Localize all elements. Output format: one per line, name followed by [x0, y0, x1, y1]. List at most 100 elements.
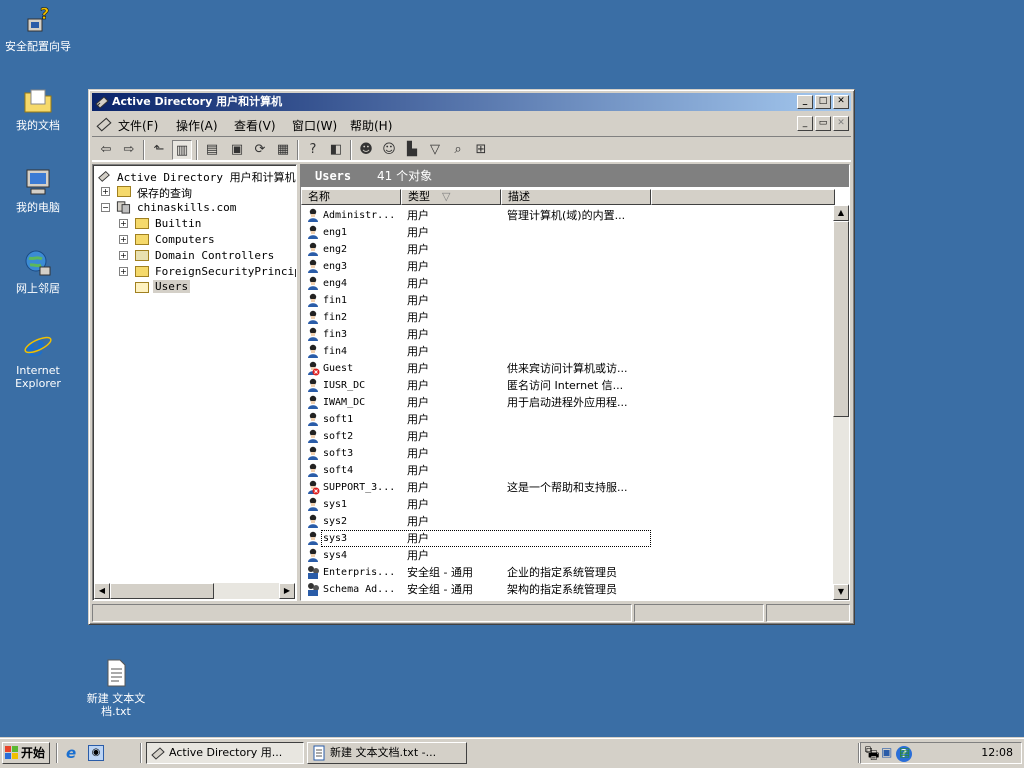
status-pane — [766, 604, 850, 622]
quicklaunch-ie-icon[interactable]: e — [66, 745, 82, 761]
tree-item-builtin[interactable]: Builtin — [155, 217, 201, 230]
help-icon[interactable]: ? — [303, 140, 323, 160]
mdi-close-button[interactable]: ✕ — [833, 116, 849, 131]
forward-icon[interactable]: ⇨ — [119, 140, 139, 160]
task-notepad[interactable]: 新建 文本文档.txt -... — [307, 742, 467, 764]
tree-item-computers[interactable]: Computers — [155, 233, 215, 246]
list-row[interactable]: sys1 用户 — [301, 496, 835, 513]
list-row[interactable]: soft2 用户 — [301, 428, 835, 445]
list-row[interactable]: sys4 用户 — [301, 547, 835, 564]
tree-item-saved-queries[interactable]: 保存的查询 — [137, 185, 192, 201]
add-to-group-icon[interactable]: ⊞ — [471, 140, 491, 160]
mdi-minimize-button[interactable]: _ — [797, 116, 813, 131]
tree-item-domain-controllers[interactable]: Domain Controllers — [155, 249, 274, 262]
tree-root[interactable]: Active Directory 用户和计算机 — [117, 169, 296, 185]
desktop-icon-network[interactable]: 网上邻居 — [0, 247, 78, 295]
minimize-button[interactable]: _ — [797, 95, 813, 109]
expand-toggle[interactable]: + — [101, 187, 110, 196]
list-row[interactable]: sys2 用户 — [301, 513, 835, 530]
tray-restore-icon[interactable]: ⧉ — [865, 745, 872, 756]
list-row[interactable]: soft1 用户 — [301, 411, 835, 428]
properties-icon[interactable]: ▣ — [227, 140, 247, 160]
start-button[interactable]: 开始 — [2, 742, 50, 764]
list-row[interactable]: eng3 用户 — [301, 258, 835, 275]
new-ou-icon[interactable]: ▙ — [402, 140, 422, 160]
show-action-pane-icon[interactable]: ◧ — [326, 140, 346, 160]
show-tree-icon[interactable]: ▥ — [172, 140, 192, 160]
expand-toggle[interactable]: + — [119, 267, 128, 276]
desktop-icon-internet-explorer[interactable]: e Internet Explorer — [0, 329, 78, 390]
desktop-icon-my-computer[interactable]: 我的电脑 — [0, 166, 78, 214]
window-titlebar[interactable]: Active Directory 用户和计算机 _ □ ✕ — [92, 93, 851, 111]
collapse-toggle[interactable]: − — [101, 203, 110, 212]
expand-toggle[interactable]: + — [119, 251, 128, 260]
cell-name: sys3 — [323, 533, 348, 544]
clock[interactable]: 12:08 — [981, 746, 1013, 759]
cell-type: 用户 — [407, 294, 429, 307]
expand-toggle[interactable]: + — [119, 219, 128, 228]
close-button[interactable]: ✕ — [833, 95, 849, 109]
cell-name: IWAM_DC — [323, 397, 366, 408]
list-row[interactable]: Enterpris... 安全组 - 通用 企业的指定系统管理员 — [301, 564, 835, 581]
list-row[interactable]: Administr... 用户 管理计算机(域)的内置... — [301, 207, 835, 224]
scroll-thumb[interactable] — [833, 221, 849, 417]
expand-toggle[interactable]: + — [119, 235, 128, 244]
scroll-thumb[interactable] — [110, 583, 214, 599]
column-header-name[interactable]: 名称 — [301, 189, 401, 205]
tree-item-users[interactable]: Users — [153, 280, 191, 293]
user-icon — [308, 259, 318, 273]
desktop-icon-my-documents[interactable]: 我的文档 — [0, 84, 78, 132]
list-vertical-scrollbar[interactable]: ▲ ▼ — [833, 205, 849, 600]
up-level-icon[interactable]: ⬑ — [149, 140, 169, 160]
list-row[interactable]: Guest 用户 供来宾访问计算机或访... — [301, 360, 835, 377]
tree-item-foreign-security[interactable]: ForeignSecurityPrincipals — [155, 265, 296, 278]
scroll-left-button[interactable]: ◀ — [94, 583, 110, 599]
filter-icon[interactable]: ▽ — [425, 140, 445, 160]
list-row[interactable]: soft3 用户 — [301, 445, 835, 462]
mdi-restore-button[interactable]: ▭ — [815, 116, 831, 131]
refresh-icon[interactable]: ⟳ — [250, 140, 270, 160]
cell-name: fin1 — [323, 295, 348, 306]
quicklaunch-explorer-icon[interactable]: ◉ — [88, 745, 104, 761]
list-row[interactable]: eng4 用户 — [301, 275, 835, 292]
back-icon[interactable]: ⇦ — [96, 140, 116, 160]
menu-file[interactable]: 文件(F) — [118, 117, 158, 134]
find-icon[interactable]: ⌕ — [448, 140, 468, 160]
desktop-icon-label: Internet Explorer — [15, 364, 61, 390]
scroll-down-button[interactable]: ▼ — [833, 584, 849, 600]
tray-network-icon[interactable]: ▣ — [881, 745, 892, 759]
tree-horizontal-scrollbar[interactable]: ◀ ▶ — [94, 583, 295, 599]
column-header-description[interactable]: 描述 — [501, 189, 651, 205]
menu-window[interactable]: 窗口(W) — [292, 117, 337, 134]
task-ad-users[interactable]: Active Directory 用... — [146, 742, 304, 764]
list-row[interactable]: IWAM_DC 用户 用于启动进程外应用程... — [301, 394, 835, 411]
list-row[interactable]: Schema Ad... 安全组 - 通用 架构的指定系统管理员 — [301, 581, 835, 598]
menu-view[interactable]: 查看(V) — [234, 117, 276, 134]
list-row[interactable]: fin4 用户 — [301, 343, 835, 360]
menu-help[interactable]: 帮助(H) — [350, 117, 392, 134]
column-header-type[interactable]: 类型 ▽ — [401, 189, 501, 205]
export-list-icon[interactable]: ▦ — [273, 140, 293, 160]
desktop-icon-security-wizard[interactable]: ? 安全配置向导 — [0, 5, 78, 53]
delete-icon[interactable]: ▤ — [202, 140, 222, 160]
desktop-icon-text-file[interactable]: 新建 文本文档.txt — [76, 657, 156, 718]
list-row[interactable]: eng2 用户 — [301, 241, 835, 258]
list-row[interactable]: SUPPORT_3... 用户 这是一个帮助和支持服... — [301, 479, 835, 496]
list-row[interactable]: eng1 用户 — [301, 224, 835, 241]
list-row[interactable]: fin1 用户 — [301, 292, 835, 309]
list-row[interactable]: fin2 用户 — [301, 309, 835, 326]
new-user-icon[interactable]: ☻ — [356, 140, 376, 160]
tree-item-domain[interactable]: chinaskills.com — [137, 201, 236, 214]
list-row[interactable]: IUSR_DC 用户 匿名访问 Internet 信... — [301, 377, 835, 394]
maximize-button[interactable]: □ — [815, 95, 831, 109]
console-icon[interactable] — [95, 115, 113, 133]
list-row[interactable]: soft4 用户 — [301, 462, 835, 479]
list-row[interactable]: fin3 用户 — [301, 326, 835, 343]
menu-action[interactable]: 操作(A) — [176, 117, 218, 134]
user-icon — [308, 497, 318, 511]
tray-network-activity-icon[interactable]: ▤ — [899, 745, 910, 759]
scroll-up-button[interactable]: ▲ — [833, 205, 849, 221]
new-group-icon[interactable]: ☺ — [379, 140, 399, 160]
list-row[interactable]: sys3 用户 — [308, 530, 651, 547]
scroll-right-button[interactable]: ▶ — [279, 583, 295, 599]
